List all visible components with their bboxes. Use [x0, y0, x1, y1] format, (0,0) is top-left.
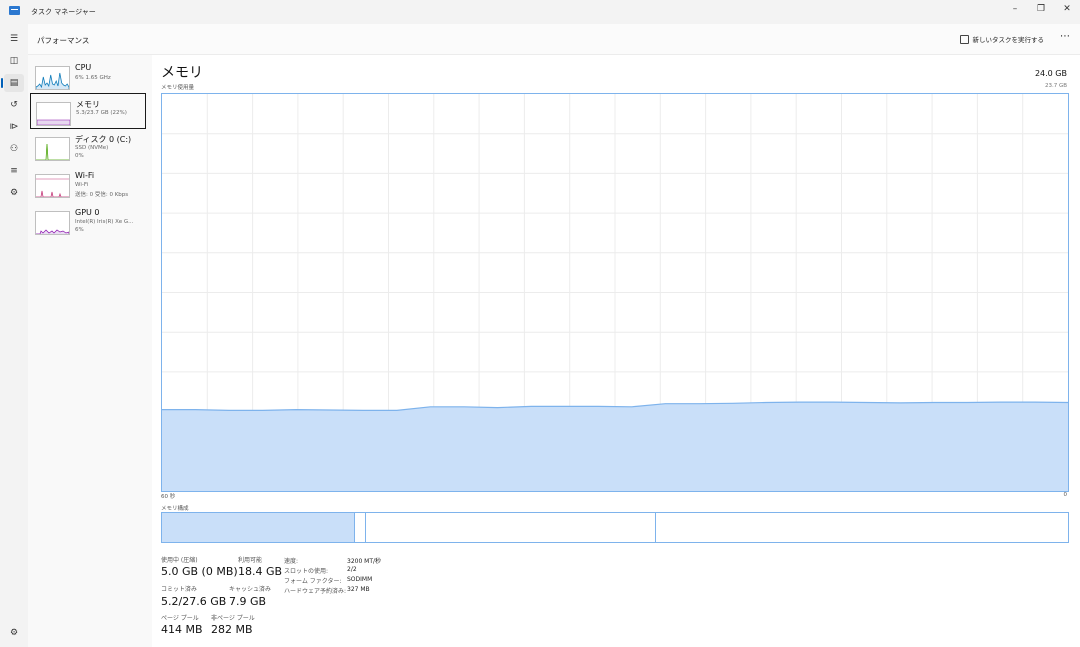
wifi-sub1: Wi-Fi: [75, 182, 89, 188]
available-value: 18.4 GB: [238, 565, 283, 578]
more-options-button[interactable]: ⋯: [1060, 31, 1070, 42]
hamburger-icon[interactable]: ☰: [4, 30, 24, 48]
wifi-label: Wi-Fi: [75, 171, 95, 180]
memory-total: 24.0 GB: [1034, 69, 1067, 78]
form-factor-label: フォーム ファクター:: [284, 578, 342, 585]
disk-thumbnail: [35, 137, 70, 161]
processes-icon[interactable]: ◫: [4, 52, 24, 70]
memory-title: メモリ: [161, 65, 203, 81]
gpu-sub1: Intel(R) Iris(R) Xe G...: [75, 219, 134, 225]
disk-sub2: 0%: [75, 153, 84, 159]
gpu-sub2: 6%: [75, 227, 84, 233]
axis-time-right: 0: [1063, 492, 1068, 498]
title-bar: タスク マネージャー – ❐ ✕: [0, 0, 1080, 24]
page-header: パフォーマンス 新しいタスクを実行する ⋯: [28, 24, 1080, 55]
restore-button[interactable]: ❐: [1028, 0, 1054, 20]
run-new-task-button[interactable]: 新しいタスクを実行する: [959, 34, 1045, 44]
settings-icon[interactable]: ⚙: [4, 624, 24, 642]
startup-icon[interactable]: ⧐: [4, 118, 24, 136]
memory-thumbnail: [36, 102, 71, 126]
task-manager-icon: [9, 6, 20, 15]
nav-rail: ☰ ◫ ▤ ↺ ⧐ ⚇ ≡ ⚙ ⚙: [0, 24, 28, 647]
nonpaged-pool-label: 非ページ プール: [211, 615, 255, 622]
memory-sub1: 5.3/23.7 GB (22%): [76, 110, 127, 116]
cached-value: 7.9 GB: [229, 595, 267, 608]
composition-standby: [365, 513, 656, 542]
memory-usage-area: [162, 402, 1068, 491]
resource-list: CPU 6% 1.65 GHz メモリ 5.3/23.7 GB (22%) ディ…: [28, 55, 152, 647]
run-task-label: 新しいタスクを実行する: [972, 36, 1045, 44]
hw-reserved-label: ハードウェア予約済み:: [284, 588, 347, 595]
axis-time-left: 60 秒: [161, 494, 176, 500]
memory-panel: メモリ 24.0 GB メモリ使用量 23.7 GB 60 秒 0 メモリ構成 …: [152, 55, 1080, 647]
gpu-label: GPU 0: [75, 208, 100, 217]
available-label: 利用可能: [238, 557, 263, 564]
cpu-thumbnail: [35, 66, 70, 90]
memory-usage-graph: [161, 93, 1069, 492]
memory-usage-label: メモリ使用量: [161, 85, 195, 91]
resource-wifi[interactable]: Wi-Fi Wi-Fi 送信: 0 受信: 0 Kbps: [30, 166, 144, 200]
resource-gpu[interactable]: GPU 0 Intel(R) Iris(R) Xe G... 6%: [30, 203, 144, 237]
committed-label: コミット済み: [161, 586, 198, 593]
resource-memory[interactable]: メモリ 5.3/23.7 GB (22%): [30, 93, 146, 129]
memory-label: メモリ: [76, 100, 100, 109]
services-icon[interactable]: ⚙: [4, 184, 24, 202]
page-title: パフォーマンス: [37, 36, 90, 45]
composition-label: メモリ構成: [161, 506, 189, 512]
run-task-icon: [959, 35, 969, 44]
composition-modified: [354, 513, 366, 542]
cached-label: キャッシュ済み: [229, 586, 272, 593]
paged-pool-value: 414 MB: [161, 623, 203, 636]
disk-sub1: SSD (NVMe): [75, 145, 109, 151]
users-icon[interactable]: ⚇: [4, 140, 24, 158]
in-use-label: 使用中 (圧縮): [161, 557, 198, 564]
memory-max-label: 23.7 GB: [1044, 83, 1067, 89]
wifi-sub2: 送信: 0 受信: 0 Kbps: [75, 192, 129, 198]
speed-label: 速度:: [284, 558, 299, 565]
composition-in-use: [162, 513, 355, 542]
gpu-thumbnail: [35, 211, 70, 235]
committed-value: 5.2/27.6 GB: [161, 595, 227, 608]
minimize-button[interactable]: –: [1002, 0, 1028, 20]
details-icon[interactable]: ≡: [4, 162, 24, 180]
window-title: タスク マネージャー: [31, 8, 96, 16]
resource-cpu[interactable]: CPU 6% 1.65 GHz: [30, 58, 144, 92]
speed-value: 3200 MT/秒: [347, 558, 382, 565]
wifi-thumbnail: [35, 174, 70, 198]
paged-pool-label: ページ プール: [161, 615, 199, 622]
hw-reserved-value: 327 MB: [347, 586, 370, 593]
slots-value: 2/2: [347, 566, 357, 573]
resource-disk[interactable]: ディスク 0 (C:) SSD (NVMe) 0%: [30, 129, 144, 163]
cpu-label: CPU: [75, 63, 92, 72]
disk-label: ディスク 0 (C:): [75, 135, 132, 144]
history-icon[interactable]: ↺: [4, 96, 24, 114]
close-button[interactable]: ✕: [1054, 0, 1080, 20]
form-factor-value: SODIMM: [347, 576, 373, 583]
composition-free: [655, 513, 1068, 542]
cpu-sub1: 6% 1.65 GHz: [75, 75, 111, 81]
nonpaged-pool-value: 282 MB: [211, 623, 253, 636]
performance-icon[interactable]: ▤: [1, 74, 24, 92]
memory-composition-bar: [161, 512, 1069, 543]
slots-label: スロットの使用:: [284, 568, 329, 575]
in-use-value: 5.0 GB (0 MB): [161, 565, 238, 578]
